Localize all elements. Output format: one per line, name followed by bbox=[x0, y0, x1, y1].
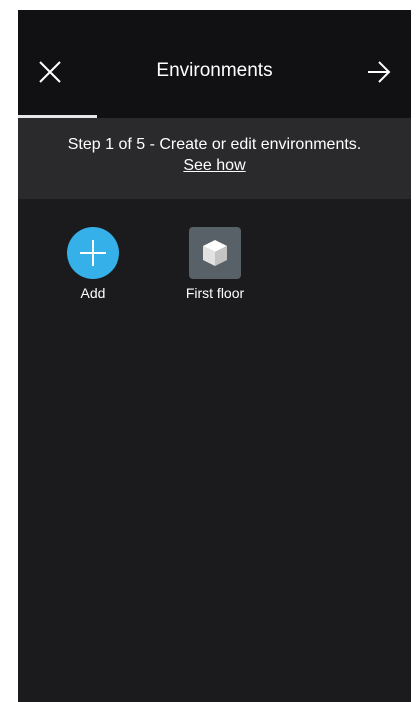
close-button[interactable] bbox=[32, 54, 68, 90]
environment-label: First floor bbox=[185, 285, 245, 301]
add-environment-button[interactable]: Add bbox=[48, 227, 138, 301]
plus-icon bbox=[80, 240, 106, 266]
cube-icon bbox=[203, 240, 227, 266]
add-label: Add bbox=[80, 285, 106, 301]
arrow-right-icon bbox=[368, 61, 391, 83]
close-icon bbox=[39, 61, 61, 83]
add-circle bbox=[67, 227, 119, 279]
step-description: Step 1 of 5 - Create or edit environment… bbox=[67, 136, 362, 153]
app-screen: Environments Step 1 of 5 - Create or edi… bbox=[18, 10, 411, 702]
environment-item-first-floor[interactable]: First floor bbox=[170, 227, 260, 301]
environment-tile bbox=[189, 227, 241, 279]
page-title: Environments bbox=[156, 60, 273, 81]
top-bar: Environments bbox=[18, 10, 411, 118]
see-how-link[interactable]: See how bbox=[18, 157, 411, 175]
next-button[interactable] bbox=[361, 54, 397, 90]
step-banner: Step 1 of 5 - Create or edit environment… bbox=[18, 118, 411, 199]
